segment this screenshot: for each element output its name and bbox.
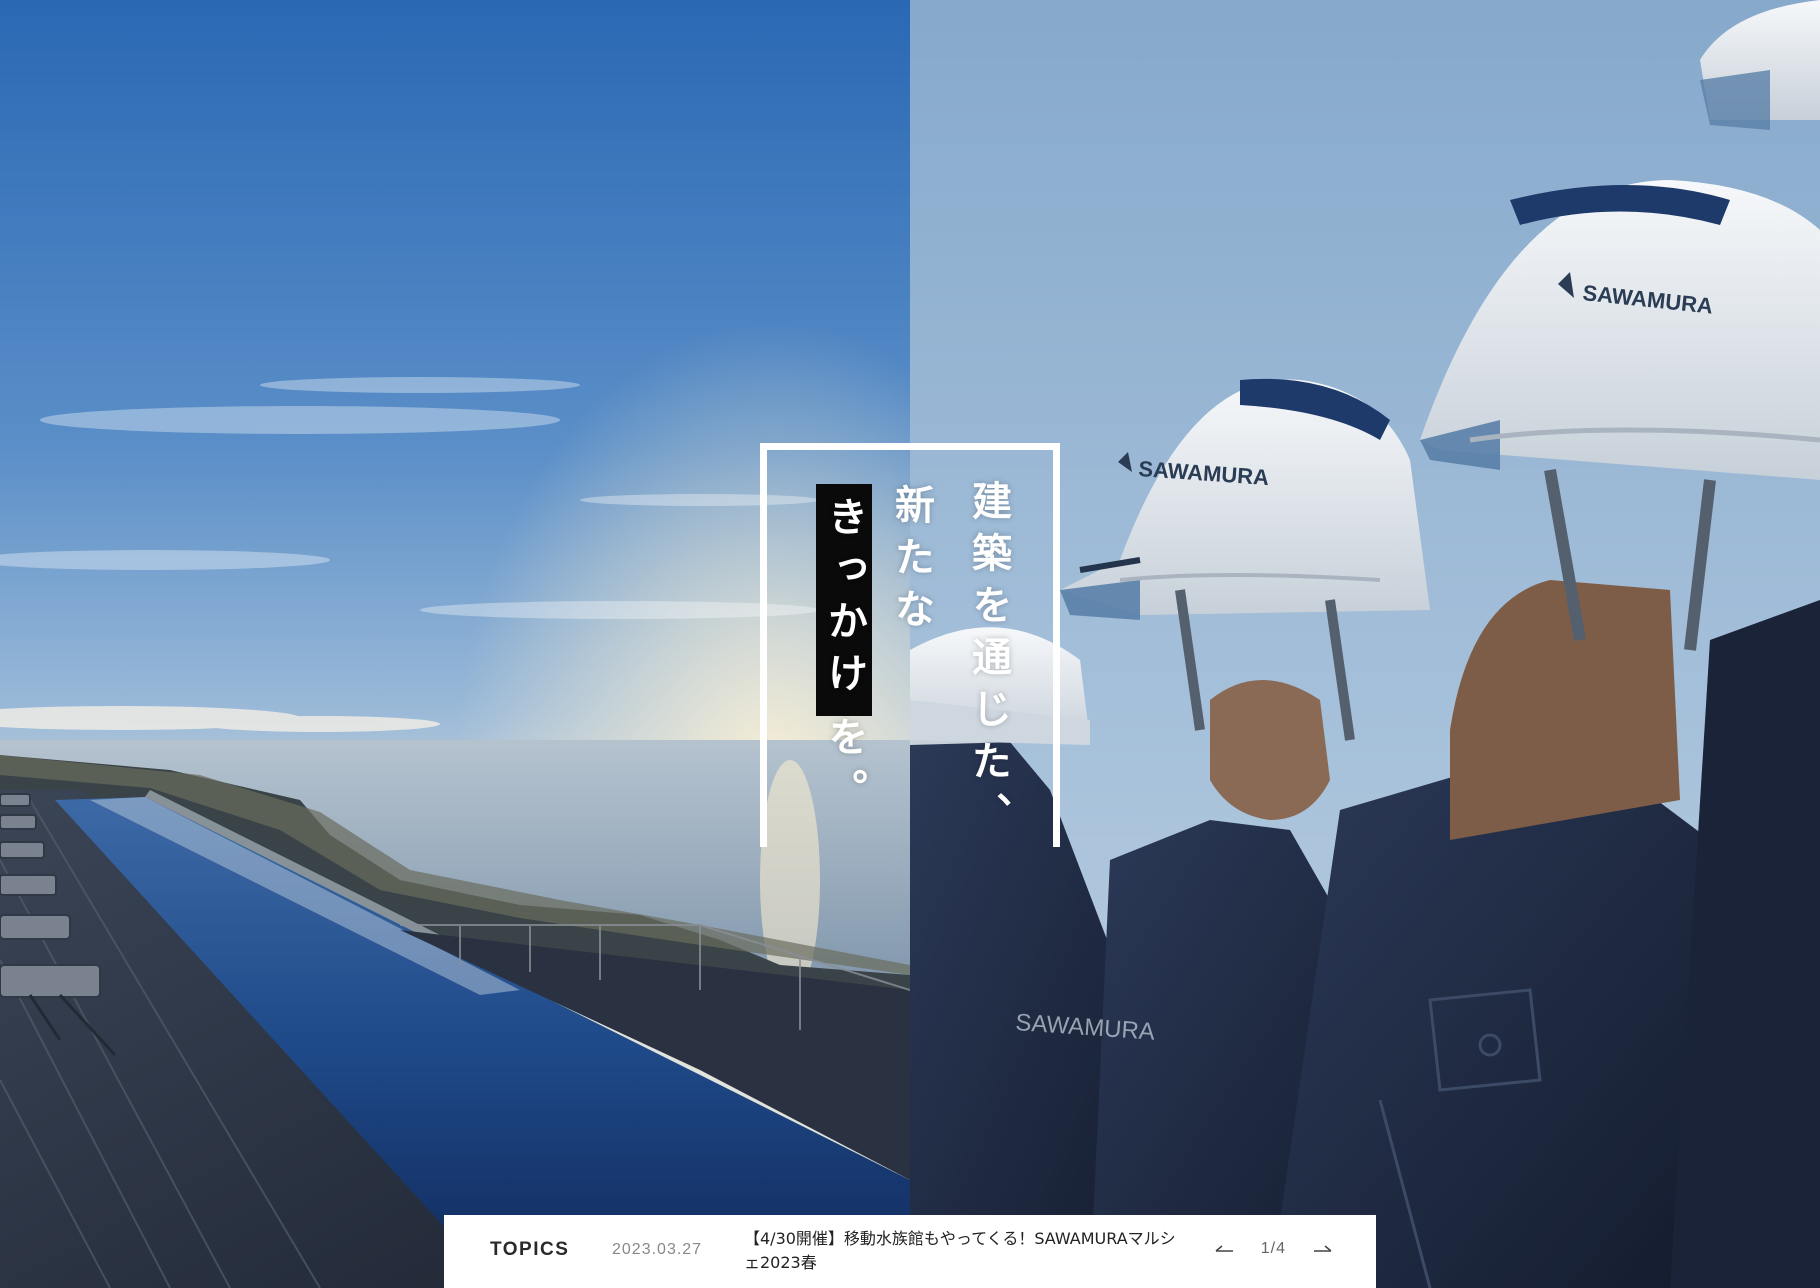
topics-label: TOPICS [490, 1239, 570, 1260]
topics-date: 2023.03.27 [612, 1241, 703, 1258]
catchphrase-highlight: きっかけ [816, 484, 872, 716]
topics-pager-count: 1/4 [1260, 1240, 1286, 1257]
arrow-right-icon [1314, 1245, 1332, 1252]
catchphrase-line-3: きっかけを。 [816, 484, 872, 820]
hero-section: SAWAMURA SAWAMURA SAWAMURA 建築を通じた、 新たな き… [0, 0, 1820, 1288]
arrow-left-icon [1215, 1245, 1233, 1252]
topics-pager-nav: 1/4 [1213, 1239, 1334, 1259]
topics-prev-button[interactable] [1213, 1239, 1235, 1259]
catchphrase-line-2: 新たな [888, 484, 934, 640]
topics-headline-link[interactable]: 【4/30開催】移動水族館もやってくる！SAWAMURAマルシェ2023春 [744, 1227, 1184, 1275]
topics-bar: TOPICS 2023.03.27 【4/30開催】移動水族館もやってくる！SA… [444, 1215, 1376, 1288]
catchphrase-line-1: 建築を通じた、 [965, 480, 1011, 844]
catchphrase-line-3-rest: を。 [821, 716, 867, 820]
topics-next-button[interactable] [1312, 1239, 1334, 1259]
